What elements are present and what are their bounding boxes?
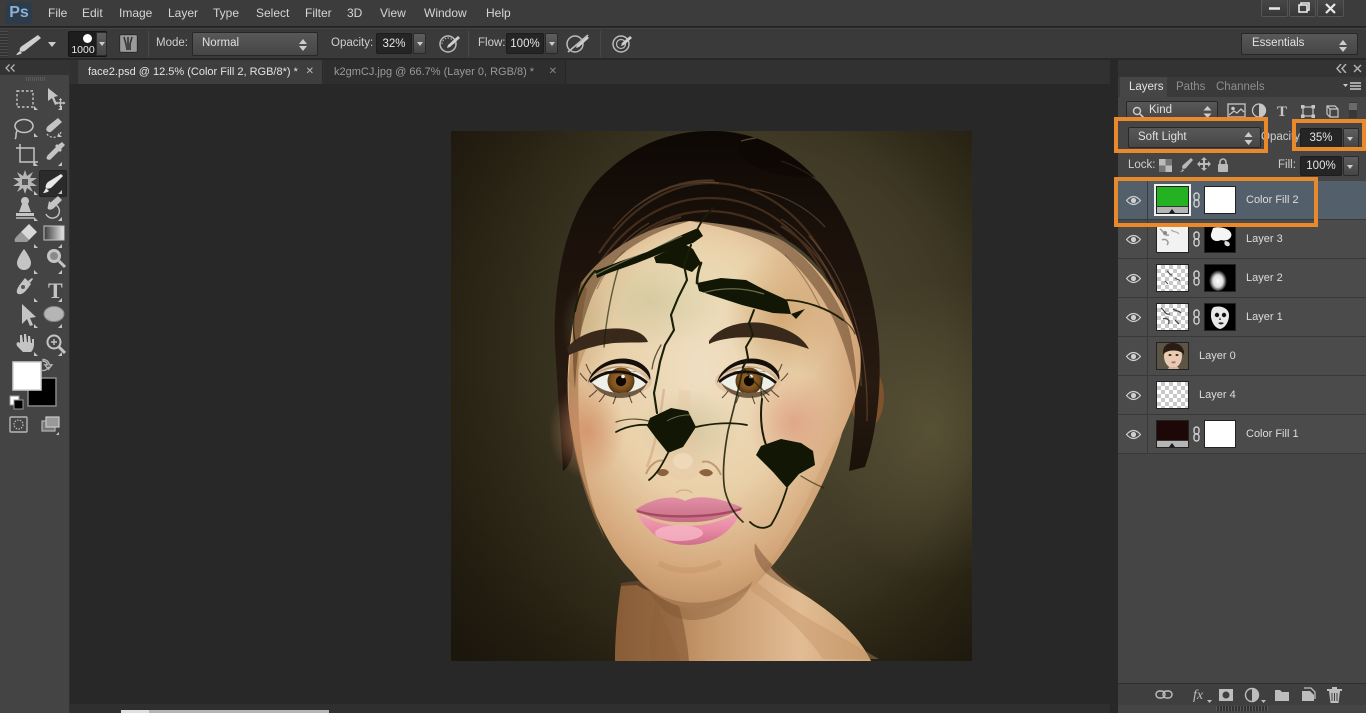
svg-text:fx: fx	[1193, 688, 1204, 703]
svg-text:T: T	[1277, 104, 1287, 120]
